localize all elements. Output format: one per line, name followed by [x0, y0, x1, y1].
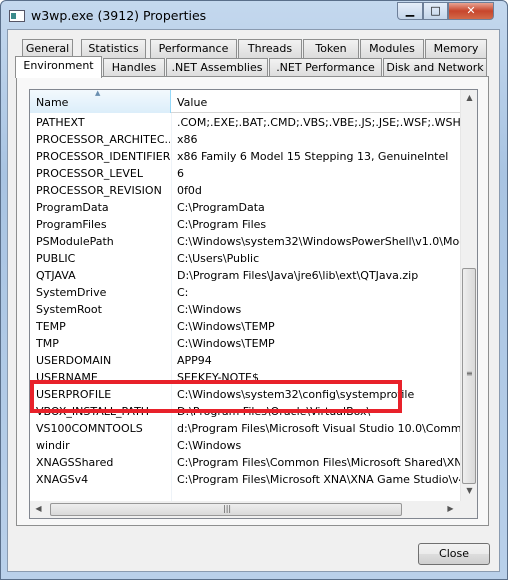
row-value: C:\Windows\TEMP: [177, 337, 275, 350]
row-name: USERDOMAIN: [36, 354, 112, 367]
tab-net-assemblies[interactable]: .NET Assemblies: [166, 58, 268, 77]
list-row[interactable]: QTJAVA D:\Program Files\Java\jre6\lib\ext…: [30, 267, 460, 284]
row-name: PROCESSOR_LEVEL: [36, 167, 144, 180]
row-name: TMP: [36, 337, 59, 350]
tab-net-performance[interactable]: .NET Performance: [269, 58, 382, 77]
list-row[interactable]: PUBLIC C:\Users\Public: [30, 250, 460, 267]
row-value: C:: [177, 286, 189, 299]
column-header-name[interactable]: ▲ Name: [30, 90, 171, 113]
row-value: x86 Family 6 Model 15 Stepping 13, Genui…: [177, 150, 449, 163]
row-value: C:\Windows: [177, 439, 242, 452]
list-header: ▲ Name Value: [30, 90, 460, 113]
row-name: SystemRoot: [36, 303, 102, 316]
column-header-value[interactable]: Value: [172, 90, 207, 113]
row-name: PROCESSOR_REVISION: [36, 184, 162, 197]
row-name: windir: [36, 439, 70, 452]
close-button[interactable]: Close: [418, 543, 490, 565]
row-name: ProgramData: [36, 201, 109, 214]
scroll-up-icon[interactable]: ▲: [461, 93, 477, 102]
column-name-label: Name: [36, 96, 69, 109]
row-name: SystemDrive: [36, 286, 107, 299]
column-value-label: Value: [177, 96, 208, 109]
tab-performance[interactable]: Performance: [150, 39, 237, 58]
list-row[interactable]: PROCESSOR_REVISION 0f0d: [30, 182, 460, 199]
tab-environment[interactable]: Environment: [15, 56, 102, 78]
app-icon: [9, 10, 25, 22]
row-value: x86: [177, 133, 198, 146]
scroll-down-icon[interactable]: ▼: [461, 486, 477, 495]
tab-handles[interactable]: Handles: [103, 58, 165, 77]
row-name: QTJAVA: [36, 269, 76, 282]
row-value: C:\Users\Public: [177, 252, 260, 265]
row-name: PROCESSOR_ARCHITEC...: [36, 133, 170, 146]
list-row[interactable]: PROCESSOR_ARCHITEC... x86: [30, 131, 460, 148]
tab-modules[interactable]: Modules: [360, 39, 424, 58]
vertical-scroll-thumb[interactable]: ≡: [462, 268, 476, 484]
list-row[interactable]: PROCESSOR_IDENTIFIER x86 Family 6 Model 1…: [30, 148, 460, 165]
horizontal-scroll-thumb[interactable]: |||: [50, 503, 402, 516]
highlight-box: [30, 380, 402, 413]
row-value: 6: [177, 167, 184, 180]
row-name: TEMP: [36, 320, 66, 333]
row-name: ProgramFiles: [36, 218, 107, 231]
row-name: PUBLIC: [36, 252, 76, 265]
list-row[interactable]: ProgramData C:\ProgramData: [30, 199, 460, 216]
row-name: XNAGSShared: [36, 456, 114, 469]
tab-token[interactable]: Token: [303, 39, 359, 58]
list-row[interactable]: VS100COMNTOOLS d:\Program Files\Microsoft…: [30, 420, 460, 437]
window-title: w3wp.exe (3912) Properties: [31, 8, 207, 23]
list-row[interactable]: PSModulePath C:\Windows\system32\WindowsP…: [30, 233, 460, 250]
list-row[interactable]: PROCESSOR_LEVEL 6: [30, 165, 460, 182]
row-name: XNAGSv4: [36, 473, 89, 486]
row-value: C:\Program Files\Common Files\Microsoft …: [177, 456, 460, 469]
row-name: PATHEXT: [36, 116, 85, 129]
list-row[interactable]: PATHEXT .COM;.EXE;.BAT;.CMD;.VBS;.VBE;.JS…: [30, 114, 460, 131]
close-window-button[interactable]: ✕: [448, 2, 494, 20]
list-row[interactable]: SystemRoot C:\Windows: [30, 301, 460, 318]
row-value: APP94: [177, 354, 212, 367]
row-value: D:\Program Files\Java\jre6\lib\ext\QTJav…: [177, 269, 419, 282]
list-row[interactable]: windir C:\Windows: [30, 437, 460, 454]
tab-memory[interactable]: Memory: [425, 39, 487, 58]
list-row[interactable]: XNAGSv4 C:\Program Files\Microsoft XNA\XN…: [30, 471, 460, 488]
row-value: .COM;.EXE;.BAT;.CMD;.VBS;.VBE;.JS;.JSE;.…: [177, 116, 460, 129]
environment-list: ▲ Name Value PATHEXT .COM;.EXE;.BAT;.CMD;.…: [29, 89, 478, 519]
list-row[interactable]: ProgramFiles C:\Program Files: [30, 216, 460, 233]
row-value: C:\Windows\TEMP: [177, 320, 275, 333]
maximize-button[interactable]: □: [423, 2, 448, 20]
row-name: PSModulePath: [36, 235, 114, 248]
scroll-left-icon[interactable]: ◀: [30, 504, 47, 513]
row-value: 0f0d: [177, 184, 202, 197]
row-value: d:\Program Files\Microsoft Visual Studio…: [177, 422, 460, 435]
tab-threads[interactable]: Threads: [238, 39, 302, 58]
list-row[interactable]: TMP C:\Windows\TEMP: [30, 335, 460, 352]
list-row[interactable]: TEMP C:\Windows\TEMP: [30, 318, 460, 335]
minimize-button[interactable]: ▁: [397, 2, 423, 20]
row-name: VS100COMNTOOLS: [36, 422, 143, 435]
row-value: C:\Program Files: [177, 218, 267, 231]
list-row[interactable]: USERDOMAIN APP94: [30, 352, 460, 369]
row-value: C:\Windows\system32\WindowsPowerShell\v1…: [177, 235, 460, 248]
row-name: PROCESSOR_IDENTIFIER: [36, 150, 170, 163]
scroll-corner: [460, 501, 477, 518]
row-value: C:\ProgramData: [177, 201, 265, 214]
scroll-right-icon[interactable]: ▶: [442, 504, 459, 513]
row-value: C:\Program Files\Microsoft XNA\XNA Game …: [177, 473, 460, 486]
row-value: C:\Windows: [177, 303, 242, 316]
sort-ascending-icon: ▲: [95, 89, 101, 97]
tab-disk-and-network[interactable]: Disk and Network: [383, 58, 487, 77]
list-row[interactable]: XNAGSShared C:\Program Files\Common Files…: [30, 454, 460, 471]
list-row[interactable]: SystemDrive C:: [30, 284, 460, 301]
